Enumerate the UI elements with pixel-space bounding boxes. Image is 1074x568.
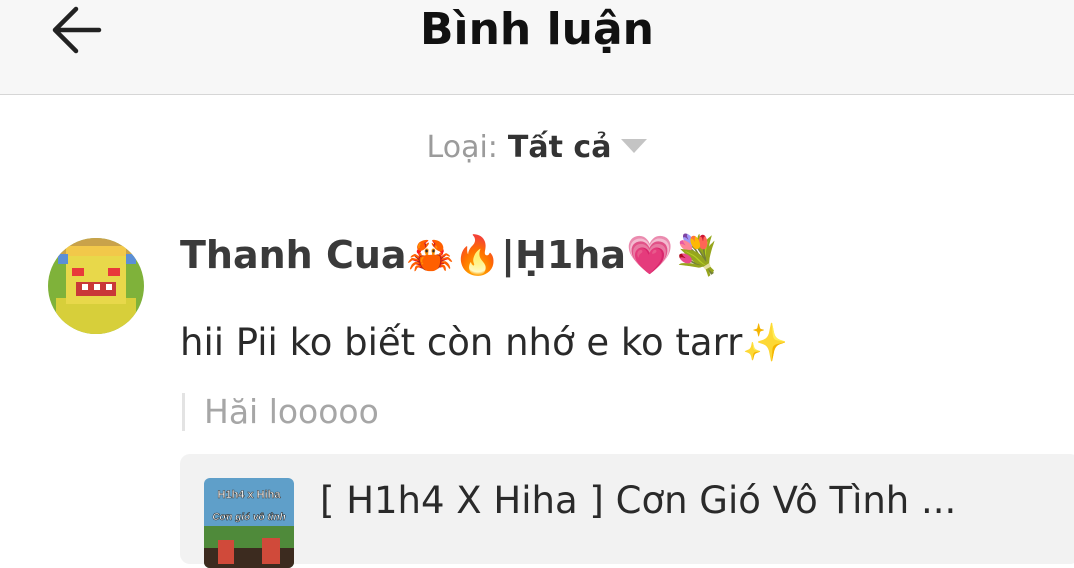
caret-down-icon[interactable]: [621, 138, 648, 153]
top-bar: Bình luận: [0, 0, 1074, 95]
filter-label: Loại:: [426, 130, 498, 165]
comment-filter[interactable]: Loại: Tất cả: [0, 128, 1074, 168]
avatar-image: [48, 238, 144, 334]
avatar[interactable]: [48, 238, 144, 334]
video-card[interactable]: H1h4 x Hiha Cơn gió vô tình [ H1h4 X Hih…: [180, 454, 1074, 568]
video-title[interactable]: [ H1h4 X Hiha ] Cơn Gió Vô Tình ...: [320, 476, 956, 526]
filter-value[interactable]: Tất cả: [508, 130, 612, 165]
video-thumbnail: H1h4 x Hiha Cơn gió vô tình: [204, 478, 294, 568]
comment-text: hii Pii ko biết còn nhớ e ko tarr✨: [180, 321, 789, 364]
page-title: Bình luận: [419, 4, 654, 55]
reply-preview[interactable]: Hăi looooo: [204, 390, 379, 434]
thumbnail-text-top: H1h4 x Hiha: [218, 489, 282, 501]
comment-author[interactable]: Thanh Cua🦀🔥|Ḥ1ha💗💐: [180, 228, 721, 282]
thumbnail-text-bottom: Cơn gió vô tình: [212, 512, 285, 523]
reply-divider: [182, 393, 185, 431]
